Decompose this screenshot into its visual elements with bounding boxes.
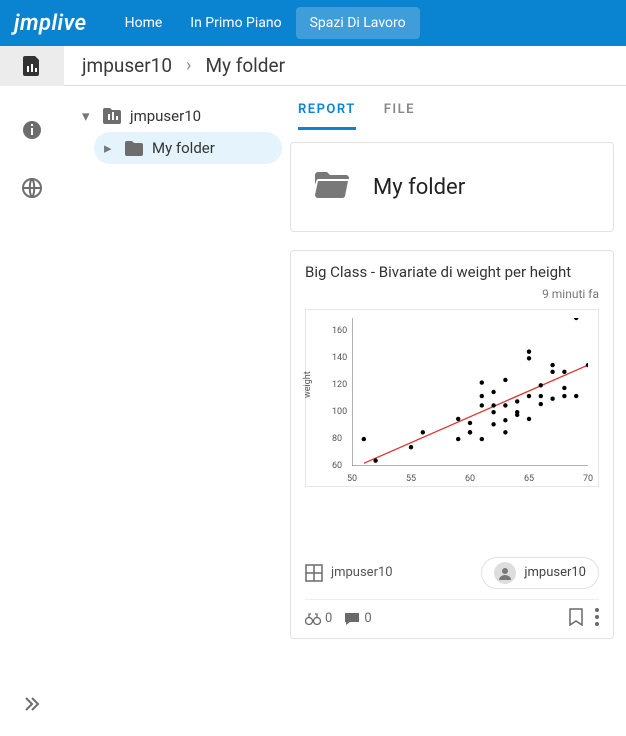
tree-root-jmpuser10[interactable]: ▾ jmpuser10 [72, 100, 282, 132]
y-tick: 120 [332, 380, 347, 390]
report-actions: 0 0 [305, 599, 599, 630]
folder-open-icon [315, 171, 349, 203]
chevron-double-right-icon [23, 695, 41, 713]
report-chart: weight 60 80 100 120 140 160 50 55 60 65 70 [305, 309, 599, 487]
views-stat[interactable]: 0 [305, 611, 332, 626]
nav-home[interactable]: Home [111, 7, 177, 39]
x-tick: 55 [406, 474, 416, 484]
brand-logo[interactable]: jmplive [14, 11, 87, 36]
binoculars-icon [305, 613, 321, 625]
folder-icon [124, 138, 144, 158]
report-title: Big Class - Bivariate di weight per heig… [305, 263, 599, 283]
rail-report-button[interactable] [0, 46, 64, 86]
rail-expand-button[interactable] [12, 684, 52, 724]
tree-item-label: My folder [152, 139, 215, 157]
info-icon [22, 120, 42, 140]
y-tick: 100 [332, 407, 347, 417]
chart-ylabel: weight [303, 371, 313, 398]
y-tick: 160 [332, 326, 347, 336]
report-author-chip[interactable]: jmpuser10 [481, 557, 599, 589]
tab-file[interactable]: FILE [384, 102, 415, 130]
caret-right-icon: ▸ [104, 139, 116, 157]
data-table-icon [305, 564, 323, 582]
more-button[interactable] [595, 608, 599, 630]
caret-down-icon: ▾ [82, 107, 94, 125]
x-tick: 65 [524, 474, 534, 484]
breadcrumbs: jmpuser10 › My folder [64, 46, 626, 86]
tabs: REPORT FILE [290, 86, 614, 130]
globe-icon [22, 178, 42, 198]
comments-stat[interactable]: 0 [344, 611, 371, 626]
folder-tree: ▾ jmpuser10 ▸ My folder [64, 86, 290, 736]
nav-spazi-di-lavoro[interactable]: Spazi Di Lavoro [296, 7, 420, 39]
top-nav-items: Home In Primo Piano Spazi Di Lavoro [111, 7, 420, 39]
breadcrumb-root[interactable]: jmpuser10 [82, 54, 172, 77]
folder-header-card: My folder [290, 142, 614, 232]
tab-report[interactable]: REPORT [298, 102, 356, 130]
top-nav: jmplive Home In Primo Piano Spazi Di Lav… [0, 0, 626, 46]
rail-info-button[interactable] [12, 110, 52, 150]
avatar-icon [494, 562, 516, 584]
bookmark-icon [569, 608, 583, 626]
tree-item-my-folder[interactable]: ▸ My folder [94, 132, 282, 164]
kebab-icon [595, 608, 599, 626]
workspace-icon [102, 106, 122, 126]
left-rail [0, 46, 64, 736]
views-count: 0 [325, 611, 332, 626]
nav-in-primo-piano[interactable]: In Primo Piano [176, 7, 295, 39]
folder-title: My folder [373, 175, 465, 200]
y-tick: 60 [332, 461, 342, 471]
main-pane: REPORT FILE My folder Big Class - Bivari… [290, 86, 626, 736]
breadcrumb-current: My folder [205, 54, 285, 77]
comment-icon [344, 612, 360, 626]
report-time: 9 minuti fa [305, 287, 599, 301]
report-author: jmpuser10 [524, 565, 586, 580]
x-tick: 50 [347, 474, 357, 484]
x-tick: 70 [583, 474, 593, 484]
report-card[interactable]: Big Class - Bivariate di weight per heig… [290, 250, 614, 639]
bookmark-button[interactable] [569, 608, 583, 630]
chevron-right-icon: › [186, 55, 191, 76]
scatter-plot [352, 318, 588, 466]
document-chart-icon [23, 56, 41, 76]
report-data-owner: jmpuser10 [331, 565, 393, 580]
tree-root-label: jmpuser10 [130, 107, 201, 125]
y-tick: 80 [332, 434, 342, 444]
y-tick: 140 [332, 353, 347, 363]
report-data-meta[interactable]: jmpuser10 [305, 564, 393, 582]
x-tick: 60 [465, 474, 475, 484]
comments-count: 0 [364, 611, 371, 626]
rail-globe-button[interactable] [12, 168, 52, 208]
